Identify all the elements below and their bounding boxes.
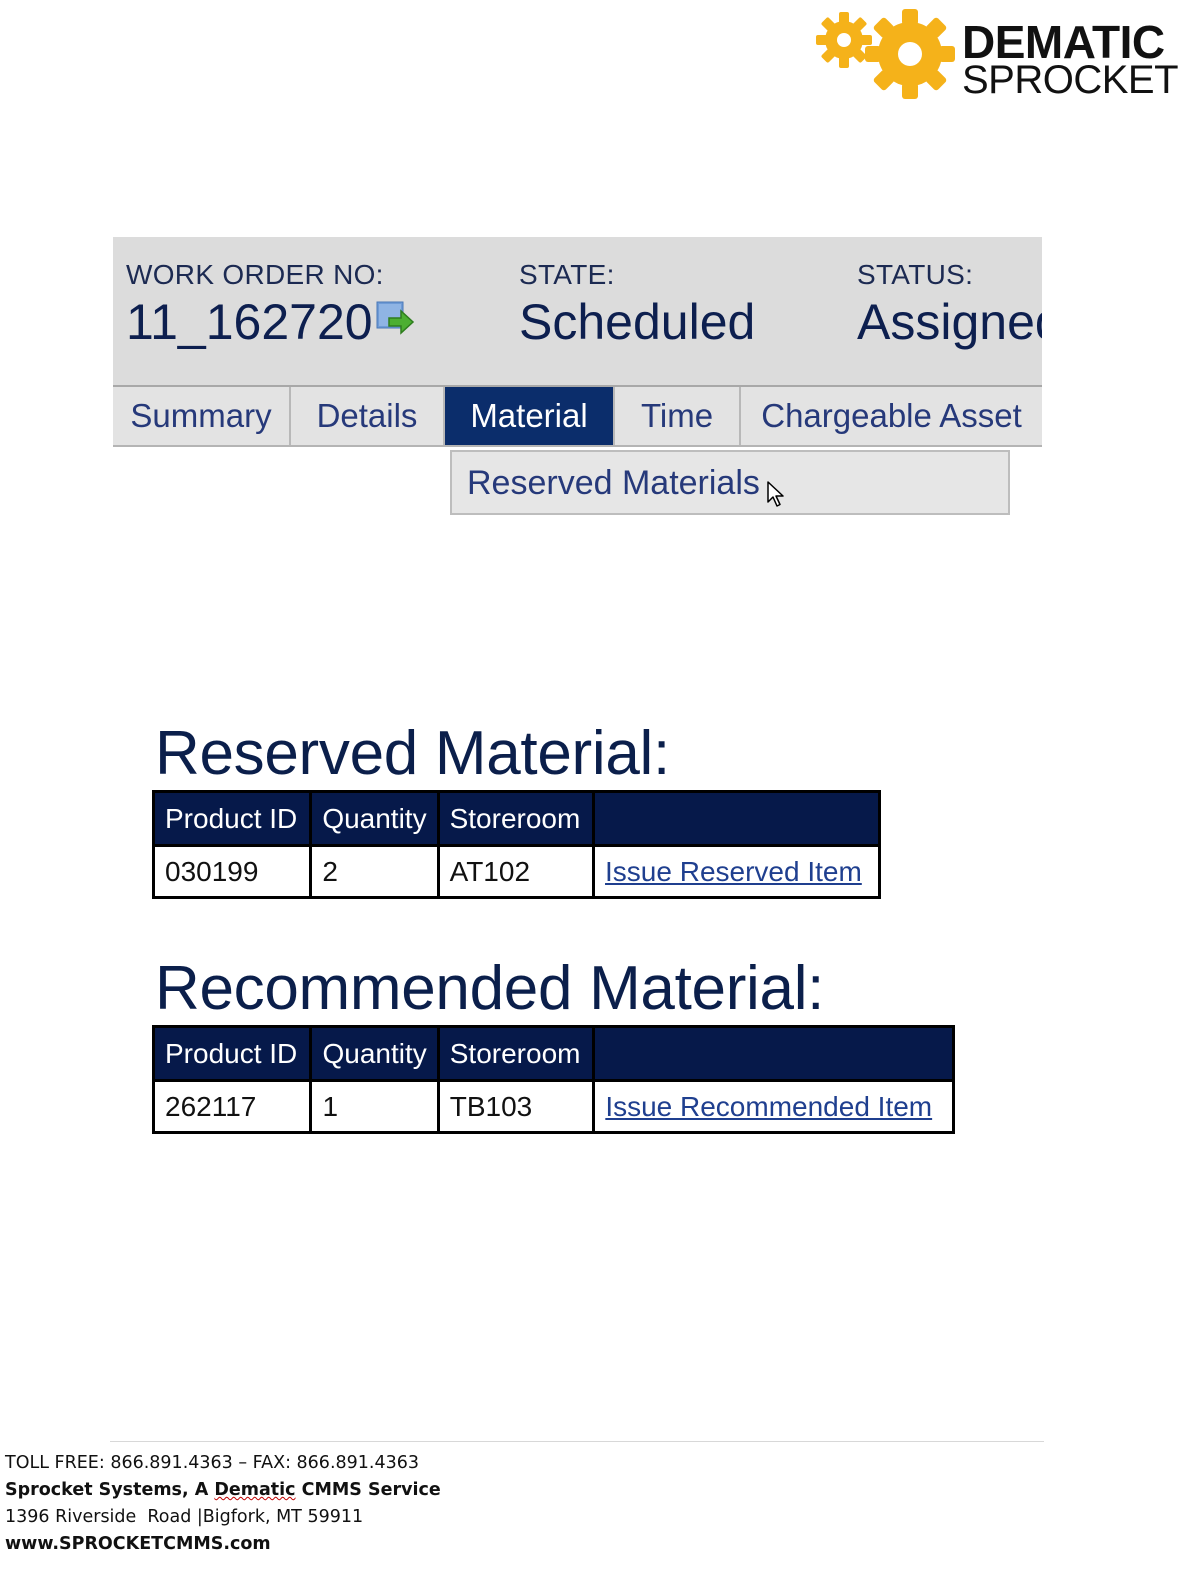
logo-line-dematic: DEMATIC xyxy=(962,16,1165,68)
table-header-row: Product ID Quantity Storeroom xyxy=(151,1025,955,1082)
cell-product-id: 262117 xyxy=(151,1079,313,1134)
dematic-sprocket-logo: DEMATIC SPROCKET xyxy=(814,8,1179,104)
cell-action: Issue Recommended Item xyxy=(592,1079,955,1134)
status-value: Assigned xyxy=(857,294,1042,350)
tab-chargeable-asset[interactable]: Chargeable Asset xyxy=(741,387,1042,445)
cell-quantity: 1 xyxy=(309,1079,440,1134)
open-record-icon[interactable] xyxy=(375,292,415,350)
column-header-storeroom: Storeroom xyxy=(436,1025,596,1082)
cell-storeroom: AT102 xyxy=(436,844,596,899)
work-order-tabs: Summary Details Material Time Chargeable… xyxy=(113,385,1042,447)
material-submenu: Reserved Materials xyxy=(450,450,1010,515)
footer-company-prefix: Sprocket Systems, A xyxy=(5,1480,215,1500)
state-label: STATE: xyxy=(519,259,615,290)
reserved-material-title: Reserved Material: xyxy=(155,719,670,788)
issue-recommended-item-link[interactable]: Issue Recommended Item xyxy=(605,1091,932,1122)
footer-company: Sprocket Systems, A Dematic CMMS Service xyxy=(5,1477,441,1504)
status-label: STATUS: xyxy=(857,259,974,290)
tab-material[interactable]: Material xyxy=(445,387,615,445)
column-header-quantity: Quantity xyxy=(309,1025,440,1082)
column-header-product-id: Product ID xyxy=(151,1025,313,1082)
mouse-pointer-icon xyxy=(766,480,786,513)
logo-line-sprocket: SPROCKET xyxy=(962,58,1179,102)
tab-details[interactable]: Details xyxy=(291,387,445,445)
cell-storeroom: TB103 xyxy=(436,1079,596,1134)
column-header-action xyxy=(592,790,881,847)
recommended-material-title: Recommended Material: xyxy=(155,954,825,1023)
work-order-number-label: WORK ORDER NO: xyxy=(126,259,384,290)
logo-text: DEMATIC SPROCKET xyxy=(962,16,1179,102)
cell-quantity: 2 xyxy=(309,844,440,899)
footer-phone: TOLL FREE: 866.891.4363 – FAX: 866.891.4… xyxy=(5,1453,420,1473)
column-header-quantity: Quantity xyxy=(309,790,440,847)
footer-company-suffix: CMMS Service xyxy=(295,1480,441,1500)
gear-icon xyxy=(816,9,955,99)
footer: TOLL FREE: 866.891.4363 – FAX: 866.891.4… xyxy=(5,1450,441,1558)
reserved-material-table: Product ID Quantity Storeroom 030199 2 A… xyxy=(151,790,881,899)
column-header-product-id: Product ID xyxy=(151,790,313,847)
column-header-storeroom: Storeroom xyxy=(436,790,596,847)
cell-product-id: 030199 xyxy=(151,844,313,899)
table-row: 030199 2 AT102 Issue Reserved Item xyxy=(151,844,881,899)
column-header-action xyxy=(592,1025,955,1082)
footer-address: 1396 Riverside Road |Bigfork, MT 59911 xyxy=(5,1507,364,1527)
tab-summary[interactable]: Summary xyxy=(113,387,291,445)
footer-divider xyxy=(110,1441,1044,1442)
table-header-row: Product ID Quantity Storeroom xyxy=(151,790,881,847)
work-order-number-group: 11_162720 xyxy=(126,293,415,351)
footer-website: www.SPROCKETCMMS.com xyxy=(5,1534,271,1554)
cell-action: Issue Reserved Item xyxy=(592,844,881,899)
work-order-header: WORK ORDER NO: 11_162720 STATE: Schedule… xyxy=(113,237,1042,385)
state-value: Scheduled xyxy=(519,294,756,350)
recommended-material-table: Product ID Quantity Storeroom 262117 1 T… xyxy=(151,1025,955,1134)
tab-time[interactable]: Time xyxy=(615,387,741,445)
table-row: 262117 1 TB103 Issue Recommended Item xyxy=(151,1079,955,1134)
menu-item-reserved-materials[interactable]: Reserved Materials xyxy=(467,464,760,503)
issue-reserved-item-link[interactable]: Issue Reserved Item xyxy=(605,856,862,887)
work-order-number: 11_162720 xyxy=(126,294,373,350)
footer-company-dematic: Dematic xyxy=(214,1480,296,1500)
